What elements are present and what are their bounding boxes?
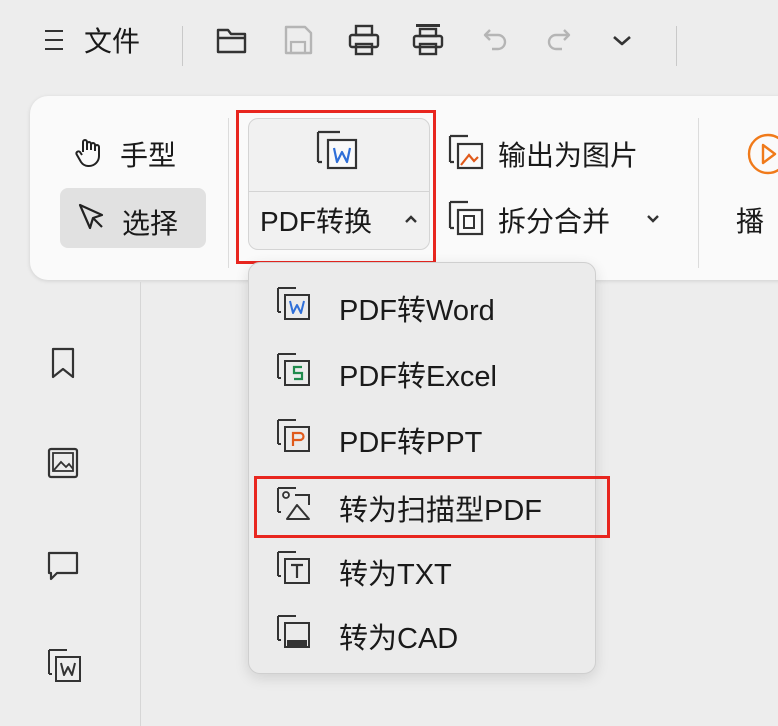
redo-icon[interactable] bbox=[540, 22, 576, 58]
excel-file-icon bbox=[277, 353, 310, 386]
export-image-label: 输出为图片 bbox=[498, 140, 639, 171]
scan-pdf-highlight-box bbox=[254, 476, 610, 538]
menu-item-pdf-to-word[interactable]: PDF转Word bbox=[249, 271, 595, 337]
split-merge-button[interactable]: 拆分合并 bbox=[446, 196, 686, 240]
export-image-icon bbox=[448, 134, 484, 170]
top-toolbar: 文件 bbox=[0, 0, 778, 90]
print-preview-icon[interactable] bbox=[410, 22, 446, 58]
toolbar-divider bbox=[676, 26, 677, 66]
convert-highlight-box bbox=[236, 110, 436, 264]
save-icon[interactable] bbox=[280, 22, 316, 58]
hand-tool-label: 手型 bbox=[120, 140, 177, 171]
ribbon-divider bbox=[228, 118, 229, 268]
ribbon-divider bbox=[698, 118, 699, 268]
bookmark-icon[interactable] bbox=[46, 346, 80, 380]
menu-item-label: PDF转PPT bbox=[339, 427, 483, 459]
chevron-down-icon[interactable] bbox=[604, 22, 640, 58]
menu-item-pdf-to-ppt[interactable]: PDF转PPT bbox=[249, 403, 595, 469]
print-icon[interactable] bbox=[346, 22, 382, 58]
open-folder-icon[interactable] bbox=[214, 22, 250, 58]
menu-item-convert-to-txt[interactable]: 转为TXT bbox=[249, 535, 595, 601]
hand-icon bbox=[75, 139, 100, 167]
word-file-icon[interactable] bbox=[46, 646, 84, 684]
menu-item-label: PDF转Word bbox=[339, 295, 495, 327]
split-merge-icon bbox=[448, 200, 484, 236]
hand-tool-button[interactable]: 手型 bbox=[72, 130, 202, 174]
play-label: 播 bbox=[736, 206, 765, 237]
play-icon bbox=[747, 133, 778, 175]
hamburger-icon bbox=[45, 30, 63, 50]
word-file-icon bbox=[277, 287, 310, 320]
export-image-button[interactable]: 输出为图片 bbox=[446, 130, 676, 174]
file-menu[interactable]: 文件 bbox=[44, 20, 164, 60]
toolbar-divider bbox=[182, 26, 183, 66]
comment-icon[interactable] bbox=[46, 548, 80, 582]
cursor-arrow-icon bbox=[78, 203, 104, 230]
pdf-convert-menu: PDF转Word PDF转Excel PDF转PPT 转为扫描型PDF 转为TX… bbox=[248, 262, 596, 674]
file-menu-label: 文件 bbox=[84, 26, 141, 57]
image-thumbnail-icon[interactable] bbox=[46, 446, 80, 480]
menu-item-label: 转为CAD bbox=[339, 623, 459, 655]
play-button[interactable]: 播 bbox=[736, 130, 778, 240]
menu-item-label: PDF转Excel bbox=[339, 361, 497, 393]
select-tool-label: 选择 bbox=[122, 208, 179, 239]
split-merge-label: 拆分合并 bbox=[498, 206, 611, 237]
cad-file-icon bbox=[277, 615, 310, 648]
menu-item-pdf-to-excel[interactable]: PDF转Excel bbox=[249, 337, 595, 403]
chevron-down-icon bbox=[647, 215, 659, 223]
ppt-file-icon bbox=[277, 419, 310, 452]
txt-file-icon bbox=[277, 551, 310, 584]
undo-icon[interactable] bbox=[478, 22, 514, 58]
menu-item-convert-to-cad[interactable]: 转为CAD bbox=[249, 599, 595, 665]
menu-item-label: 转为TXT bbox=[339, 559, 452, 591]
